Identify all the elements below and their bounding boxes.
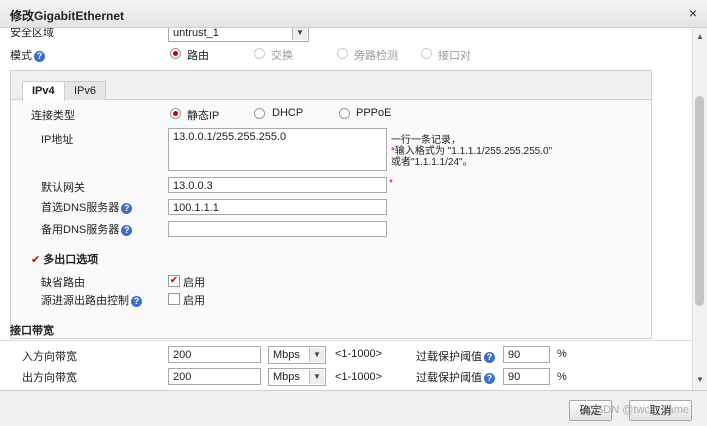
in-range: <1-1000> <box>335 348 383 360</box>
mode-radio-switch[interactable] <box>254 48 265 59</box>
bandwidth-section-title: 接口带宽 <box>10 325 54 337</box>
src-route-label: 源进源出路由控制? <box>41 292 142 308</box>
required-mark: * <box>389 178 393 189</box>
mode-label-route: 路由 <box>187 50 209 62</box>
dialog-title: 修改GigabitEthernet <box>10 9 125 23</box>
chevron-down-icon: ▼ <box>292 28 307 40</box>
out-overload-label: 过载保护阈值? <box>416 369 495 385</box>
dns1-input[interactable]: 100.1.1.1 <box>168 199 387 215</box>
help-icon[interactable]: ? <box>121 202 133 214</box>
dialog-content: 安全区域 untrust_1 ▼ 模式? 路由 交换 旁路检测 接口对 IPv4… <box>0 28 692 390</box>
ip-label: IP地址 <box>41 134 74 146</box>
scrollbar-thumb[interactable] <box>695 96 704 306</box>
tab-ipv4[interactable]: IPv4 <box>22 81 65 101</box>
mode-radio-pair[interactable] <box>421 48 432 59</box>
default-route-checkbox[interactable]: ✔ <box>168 275 180 287</box>
dialog-titlebar: 修改GigabitEthernet × <box>0 0 707 28</box>
default-route-label: 缺省路由 <box>41 277 85 289</box>
zone-select-value: untrust_1 <box>173 28 219 39</box>
mode-label: 模式? <box>10 47 45 63</box>
conn-label-pppoe: PPPoE <box>356 107 392 119</box>
gateway-label: 默认网关 <box>41 182 85 194</box>
mode-radio-bypass[interactable] <box>337 48 348 59</box>
dns1-label: 首选DNS服务器? <box>41 199 133 215</box>
mode-label-pair: 接口对 <box>438 50 471 62</box>
in-percent: % <box>557 348 567 360</box>
conn-label-dhcp: DHCP <box>272 107 304 119</box>
gateway-input[interactable]: 13.0.0.3 <box>168 177 387 193</box>
dns2-input[interactable] <box>168 221 387 237</box>
src-route-enable-label: 启用 <box>183 295 205 307</box>
tab-ipv6[interactable]: IPv6 <box>64 81 107 100</box>
conn-radio-dhcp[interactable] <box>254 108 265 119</box>
out-overload-input[interactable]: 90 <box>503 368 550 385</box>
in-overload-input[interactable]: 90 <box>503 346 550 363</box>
zone-select[interactable]: untrust_1 ▼ <box>168 28 309 42</box>
out-unit-value: Mbps <box>273 371 300 383</box>
conn-label-static: 静态IP <box>187 110 220 122</box>
help-icon[interactable]: ? <box>34 50 45 62</box>
conn-radio-pppoe[interactable] <box>339 108 350 119</box>
out-bandwidth-label: 出方向带宽 <box>22 372 77 384</box>
in-overload-label: 过载保护阈值? <box>416 348 495 364</box>
ip-tabs: IPv4 IPv6 <box>11 71 651 101</box>
zone-label: 安全区域 <box>10 28 54 39</box>
in-unit-value: Mbps <box>273 349 300 361</box>
scroll-down-icon[interactable]: ▼ <box>696 375 704 384</box>
scrollbar[interactable]: ▲ ▼ <box>692 28 707 390</box>
dns2-label: 备用DNS服务器? <box>41 221 133 237</box>
in-unit-select[interactable]: Mbps ▼ <box>268 346 326 364</box>
help-icon[interactable]: ? <box>121 224 133 236</box>
mode-radio-route[interactable] <box>170 48 181 59</box>
help-icon[interactable]: ? <box>131 295 142 307</box>
check-icon: ✔ <box>31 254 41 266</box>
mode-label-bypass: 旁路检测 <box>354 50 398 62</box>
ip-textarea[interactable]: 13.0.0.1/255.255.255.0 <box>168 128 387 171</box>
multi-exit-toggle[interactable]: ✔ 多出口选项 <box>31 251 98 267</box>
src-route-checkbox[interactable] <box>168 293 180 305</box>
dialog-footer: 确定 取消 CSDN @twcc_game <box>0 390 707 426</box>
chevron-down-icon: ▼ <box>309 370 324 384</box>
ip-panel: IPv4 IPv6 连接类型 静态IP DHCP PPPoE IP地址 13.0… <box>10 70 652 339</box>
close-icon[interactable]: × <box>689 5 697 21</box>
scroll-up-icon[interactable]: ▲ <box>696 32 704 41</box>
conn-type-label: 连接类型 <box>31 110 75 122</box>
watermark: CSDN @twcc_game <box>588 404 690 416</box>
divider <box>0 340 692 341</box>
help-icon[interactable]: ? <box>484 372 495 384</box>
out-range: <1-1000> <box>335 371 383 383</box>
in-bandwidth-label: 入方向带宽 <box>22 351 77 363</box>
ip-hint: 一行一条记录， *输入格式为 "1.1.1.1/255.255.255.0" 或… <box>391 135 553 168</box>
chevron-down-icon: ▼ <box>309 348 324 362</box>
out-unit-select[interactable]: Mbps ▼ <box>268 368 326 386</box>
help-icon[interactable]: ? <box>484 351 495 363</box>
default-route-enable-label: 启用 <box>183 277 205 289</box>
conn-radio-static[interactable] <box>170 108 181 119</box>
mode-label-switch: 交换 <box>271 50 293 62</box>
out-bandwidth-input[interactable]: 200 <box>168 368 261 385</box>
out-percent: % <box>557 371 567 383</box>
in-bandwidth-input[interactable]: 200 <box>168 346 261 363</box>
